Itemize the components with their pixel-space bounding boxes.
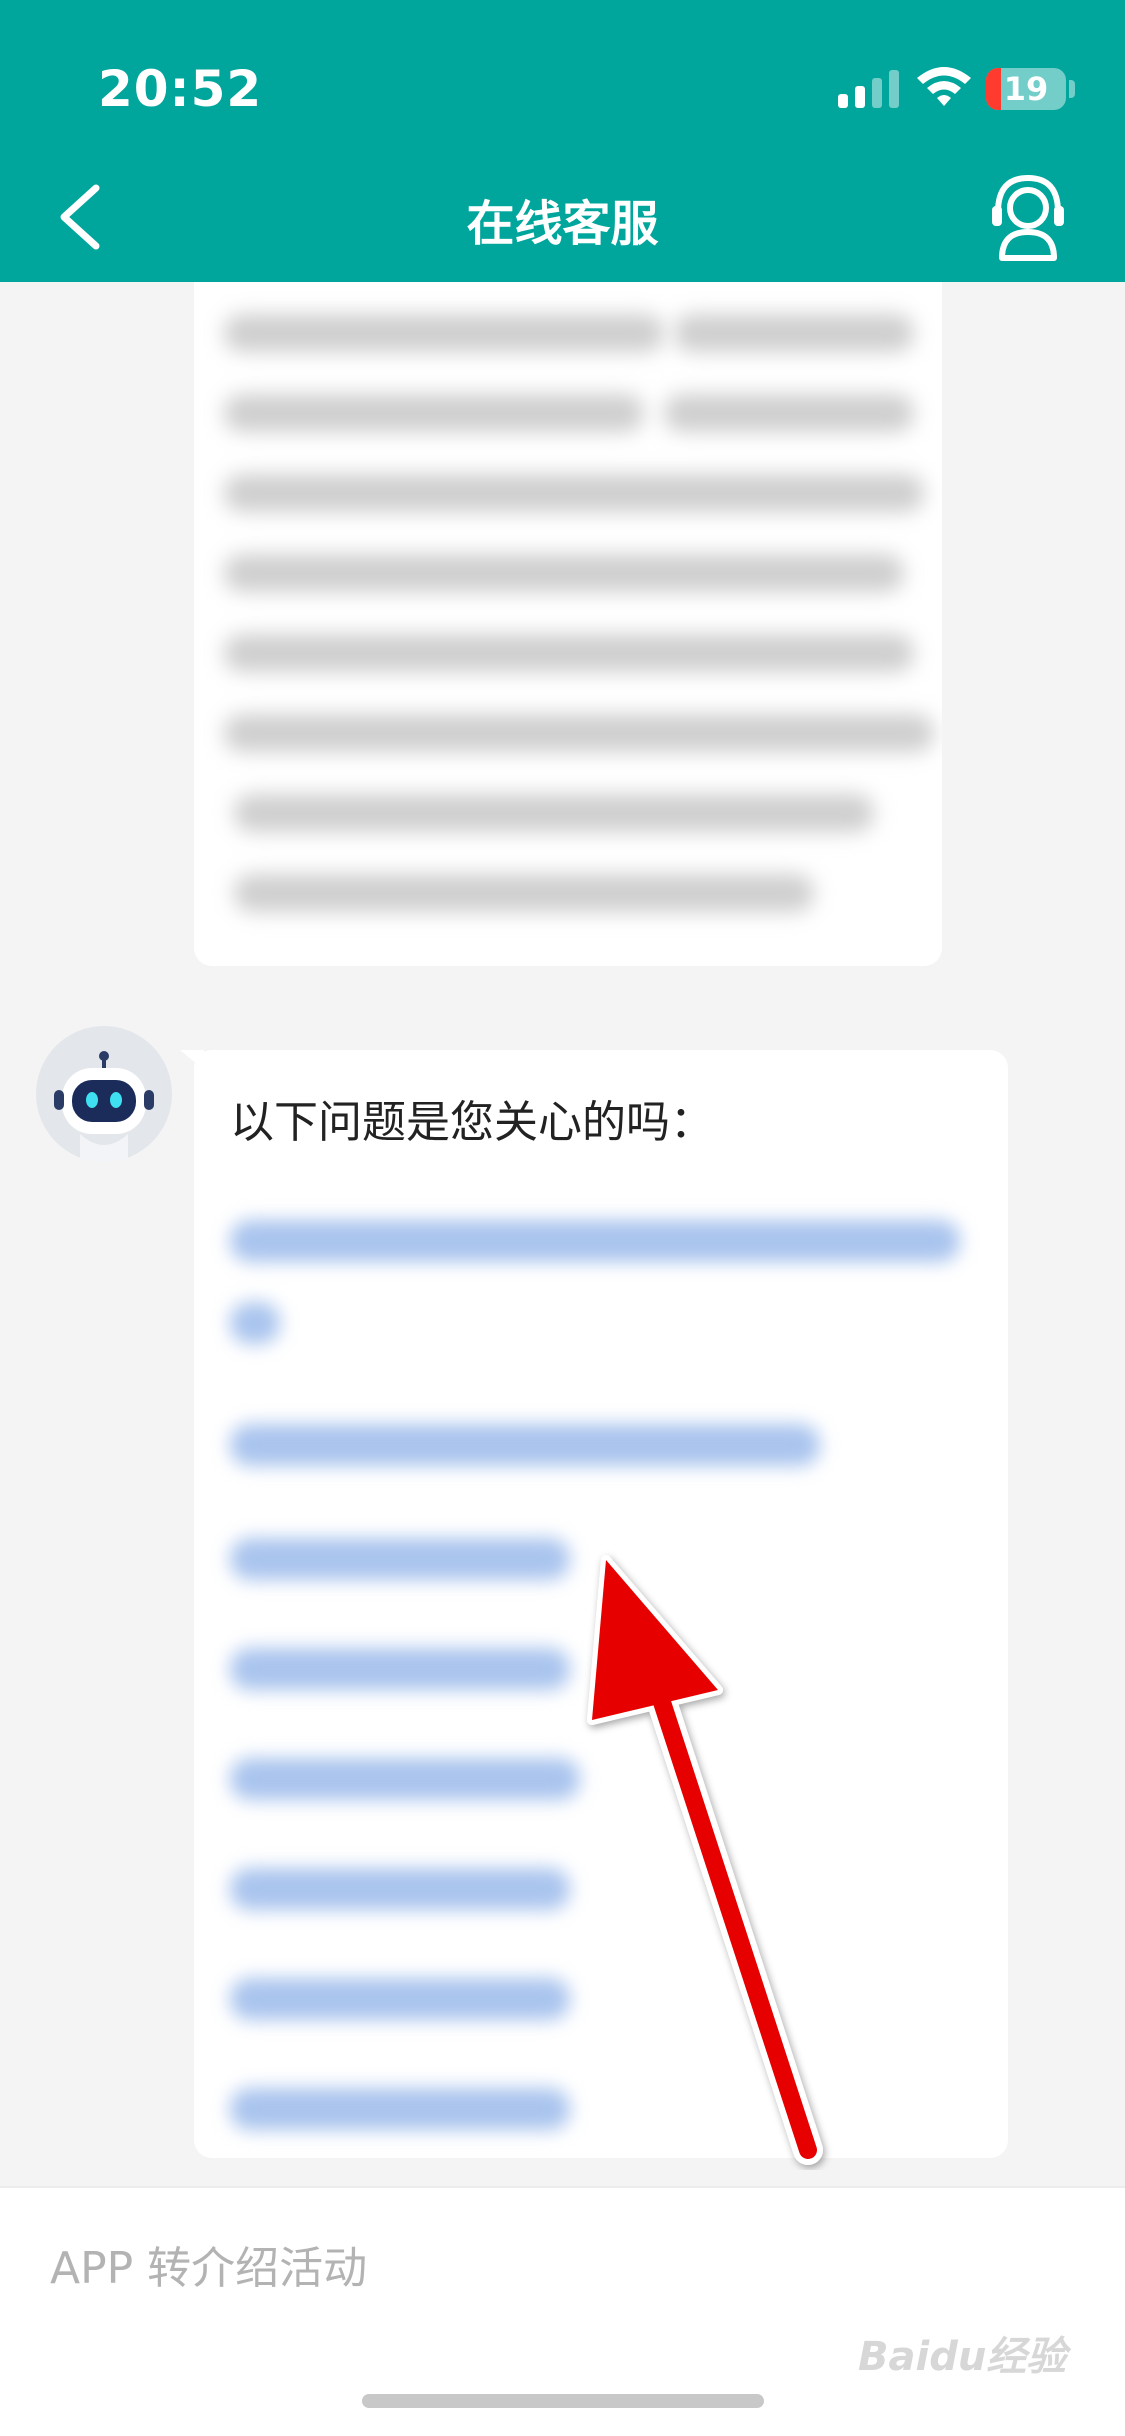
battery-level: 19 — [1003, 70, 1049, 108]
suggested-question-link[interactable] — [230, 2088, 570, 2130]
suggested-question-link[interactable] — [230, 1302, 280, 1344]
status-time: 20:52 — [98, 60, 263, 118]
header-bar: 20:52 19 在线客服 — [0, 0, 1125, 282]
suggested-question-link[interactable] — [230, 1220, 960, 1262]
battery-cap — [1069, 80, 1075, 98]
suggested-question-link[interactable] — [230, 1424, 820, 1466]
suggested-question-link[interactable] — [230, 1758, 580, 1800]
suggested-question-link[interactable] — [230, 1978, 570, 2020]
wifi-icon — [917, 67, 971, 106]
previous-message-bubble — [194, 282, 942, 966]
page-title: 在线客服 — [466, 196, 659, 252]
battery-icon: 19 — [986, 68, 1066, 110]
suggested-question-link[interactable] — [230, 1538, 570, 1580]
message-input[interactable] — [50, 2228, 1050, 2308]
baidu-watermark: Baidu经验 — [858, 2334, 1067, 2380]
question-prompt: 以下问题是您关心的吗： — [230, 1097, 714, 1148]
annotation-arrow — [587, 1555, 823, 2165]
cellular-signal-icon — [838, 70, 899, 108]
suggested-question-link[interactable] — [230, 1868, 570, 1910]
robot-icon — [54, 1051, 154, 1162]
suggested-question-link[interactable] — [230, 1648, 570, 1690]
home-indicator[interactable] — [362, 2394, 764, 2408]
bot-avatar — [36, 1026, 172, 1162]
customer-service-agent-icon[interactable] — [988, 172, 1068, 262]
